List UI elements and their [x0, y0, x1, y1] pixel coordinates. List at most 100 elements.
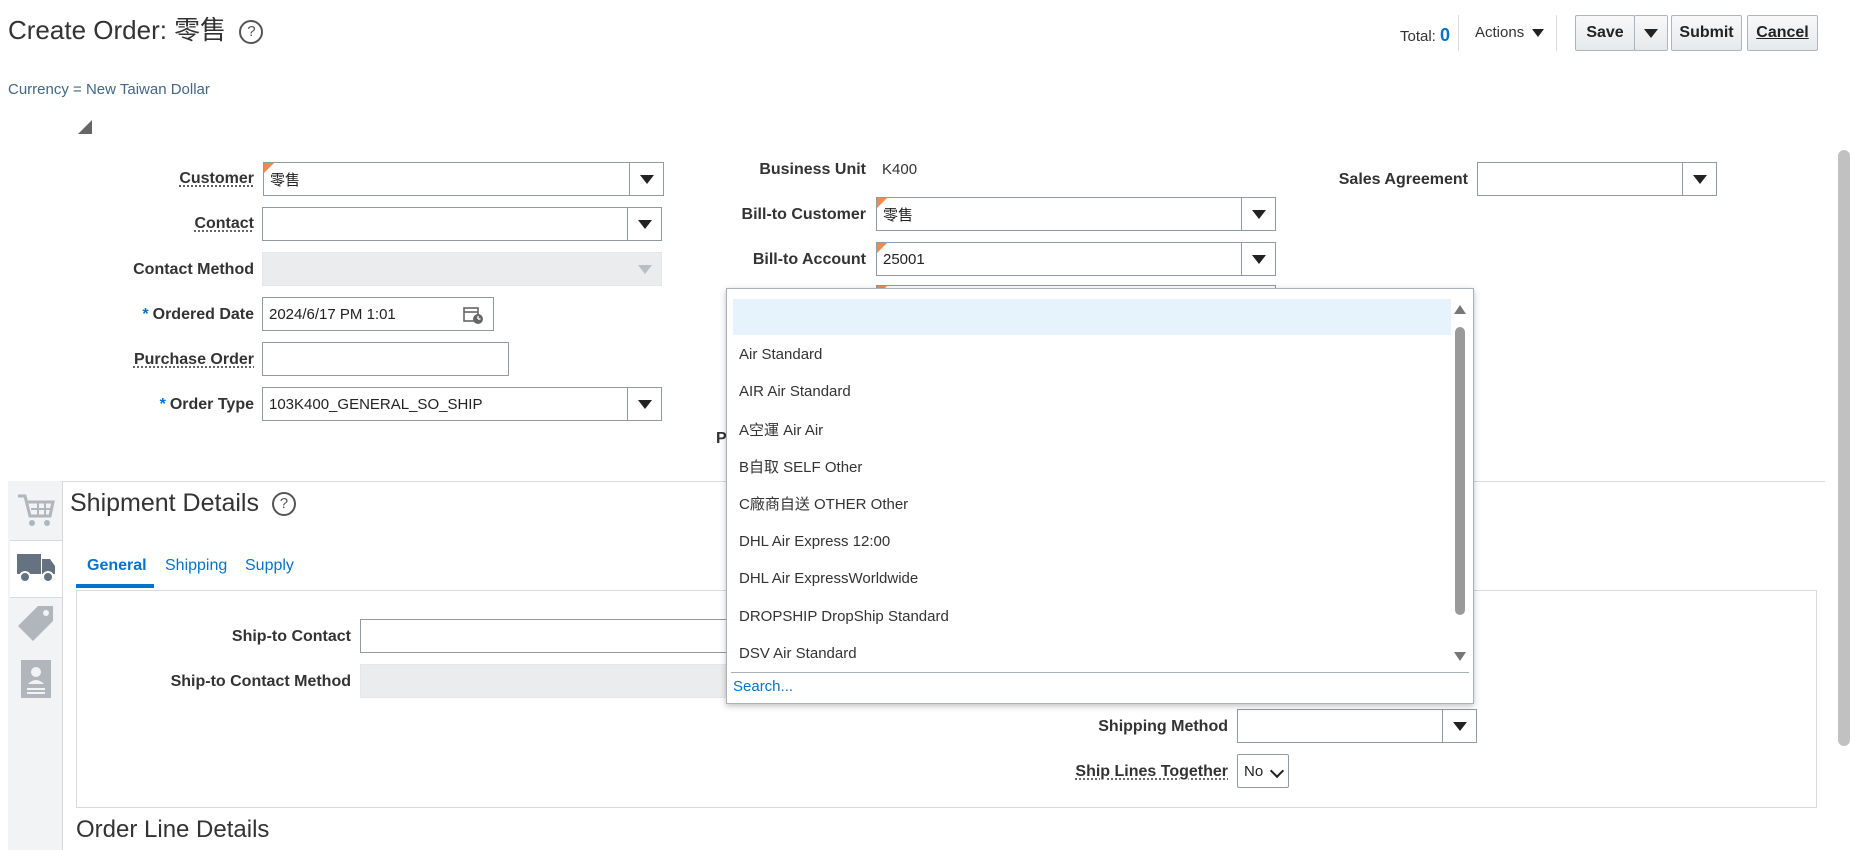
tab-supply[interactable]: Supply: [245, 557, 294, 575]
contact-method-field: [262, 252, 662, 286]
required-indicator: [264, 163, 274, 173]
order-type-dropdown-button[interactable]: [627, 388, 661, 420]
purchase-order-field[interactable]: [262, 342, 509, 376]
actions-menu[interactable]: Actions: [1475, 24, 1545, 41]
calendar-clock-icon[interactable]: [463, 305, 485, 329]
chevron-down-icon: [637, 399, 652, 409]
sidebar-tab-shipment[interactable]: [10, 540, 62, 598]
contact-method-dropdown-button: [628, 253, 661, 285]
dropdown-option[interactable]: B自取 SELF Other: [733, 448, 1451, 484]
save-menu-button[interactable]: [1634, 15, 1668, 51]
chevron-down-icon: [1251, 209, 1266, 219]
dropdown-option[interactable]: DHL Air Express 12:00: [733, 523, 1451, 559]
contact-field[interactable]: [262, 207, 662, 241]
ship-lines-together-select[interactable]: No: [1237, 754, 1289, 788]
shipping-method-label: Shipping Method: [1098, 718, 1228, 735]
contact-dropdown-button[interactable]: [627, 208, 661, 240]
shipment-details-heading: Shipment Details ?: [70, 489, 296, 518]
bill-to-customer-value: 零售: [883, 206, 914, 224]
ordered-date-value: 2024/6/17 PM 1:01: [269, 305, 396, 323]
help-icon[interactable]: ?: [271, 492, 296, 517]
order-type-label-text: Order Type: [169, 396, 254, 413]
sidebar-tab-order[interactable]: [10, 484, 62, 540]
dropdown-scrollbar-thumb[interactable]: [1455, 327, 1465, 615]
bill-to-customer-dropdown-button[interactable]: [1241, 198, 1275, 230]
id-badge-icon: [19, 658, 53, 705]
chevron-down-icon: [1269, 763, 1285, 779]
chevron-down-icon: [637, 264, 652, 274]
chevron-down-icon: [1532, 28, 1545, 37]
page-scrollbar-thumb[interactable]: [1838, 150, 1850, 746]
customer-value: 零售: [270, 171, 301, 189]
order-type-label: * Order Type: [80, 396, 254, 414]
save-button[interactable]: Save: [1575, 15, 1635, 51]
ship-to-contact-method-field: [360, 664, 730, 698]
dropdown-option[interactable]: DSV Air Standard: [733, 635, 1451, 671]
business-unit-label: Business Unit: [759, 161, 866, 178]
bill-to-account-dropdown-button[interactable]: [1241, 243, 1275, 275]
ordered-date-field[interactable]: 2024/6/17 PM 1:01: [262, 297, 494, 331]
dropdown-option[interactable]: Air Standard: [733, 336, 1451, 372]
purchase-order-label: Purchase Order: [133, 351, 254, 368]
sidebar-tab-contacts[interactable]: [10, 653, 62, 709]
active-tab-indicator: [76, 584, 154, 588]
tab-general[interactable]: General: [87, 557, 147, 575]
scroll-up-arrow-icon[interactable]: [1454, 305, 1466, 314]
cart-icon: [16, 490, 56, 535]
search-link[interactable]: Search...: [733, 678, 793, 695]
help-icon[interactable]: ?: [239, 20, 264, 45]
chevron-down-icon: [1452, 721, 1467, 731]
chevron-down-icon: [1644, 28, 1658, 38]
dropdown-option[interactable]: C廠商自送 OTHER Other: [733, 485, 1451, 521]
customer-label: Customer: [179, 170, 254, 187]
customer-dropdown-button[interactable]: [629, 163, 663, 195]
ship-to-contact-label: Ship-to Contact: [231, 628, 351, 645]
page-title: Create Order: 零售 ?: [8, 10, 264, 47]
submit-button[interactable]: Submit: [1671, 15, 1742, 51]
dropdown-option[interactable]: AIR Air Standard: [733, 373, 1451, 409]
ordered-date-label: * Ordered Date: [80, 306, 254, 324]
dropdown-option[interactable]: DROPSHIP DropShip Standard: [733, 598, 1451, 634]
contact-method-label: Contact Method: [133, 261, 254, 278]
required-asterisk: *: [159, 396, 166, 413]
collapse-toggle-icon[interactable]: [78, 120, 92, 134]
customer-field[interactable]: 零售: [263, 162, 664, 196]
scroll-down-arrow-icon[interactable]: [1454, 652, 1466, 661]
shipping-method-field[interactable]: [1237, 709, 1477, 743]
dropdown-option-blank[interactable]: [733, 299, 1451, 335]
page-title-text: Create Order: 零售: [8, 15, 227, 45]
ordered-date-label-text: Ordered Date: [152, 306, 254, 323]
order-type-value: 103K400_GENERAL_SO_SHIP: [269, 395, 483, 413]
business-unit-value: K400: [882, 161, 918, 178]
chevron-down-icon: [639, 174, 654, 184]
cancel-button[interactable]: Cancel: [1747, 15, 1818, 51]
dropdown-option[interactable]: A空運 Air Air: [733, 411, 1451, 447]
ship-to-contact-field[interactable]: [360, 619, 730, 653]
required-asterisk: *: [142, 306, 149, 323]
chevron-down-icon: [1251, 254, 1266, 264]
dropdown-footer-divider: [731, 672, 1469, 673]
bill-to-account-label: Bill-to Account: [752, 251, 866, 268]
total-display: Total: 0: [1400, 25, 1450, 46]
total-label: Total:: [1400, 28, 1436, 45]
tab-shipping[interactable]: Shipping: [165, 557, 227, 575]
ship-lines-together-value: No: [1244, 762, 1264, 780]
sales-agreement-label: Sales Agreement: [1338, 171, 1468, 188]
actions-label: Actions: [1475, 24, 1525, 41]
header-divider: [1556, 15, 1557, 51]
sales-agreement-dropdown-button[interactable]: [1682, 163, 1716, 195]
total-value: 0: [1440, 25, 1451, 45]
bill-to-account-field[interactable]: 25001: [876, 242, 1276, 276]
contact-label: Contact: [194, 215, 254, 232]
required-indicator: [877, 198, 887, 208]
shipment-details-title: Shipment Details: [70, 489, 259, 517]
bill-to-customer-field[interactable]: 零售: [876, 197, 1276, 231]
shipping-method-dropdown-button[interactable]: [1442, 710, 1476, 742]
order-type-field[interactable]: 103K400_GENERAL_SO_SHIP: [262, 387, 662, 421]
sidebar-tab-pricing[interactable]: [10, 597, 62, 653]
shipping-method-dropdown-list: Air Standard AIR Air Standard A空運 Air Ai…: [726, 288, 1474, 704]
sales-agreement-field[interactable]: [1477, 162, 1717, 196]
chevron-down-icon: [1692, 174, 1707, 184]
dropdown-option[interactable]: DHL Air ExpressWorldwide: [733, 560, 1451, 596]
ship-lines-together-label: Ship Lines Together: [1075, 763, 1228, 780]
